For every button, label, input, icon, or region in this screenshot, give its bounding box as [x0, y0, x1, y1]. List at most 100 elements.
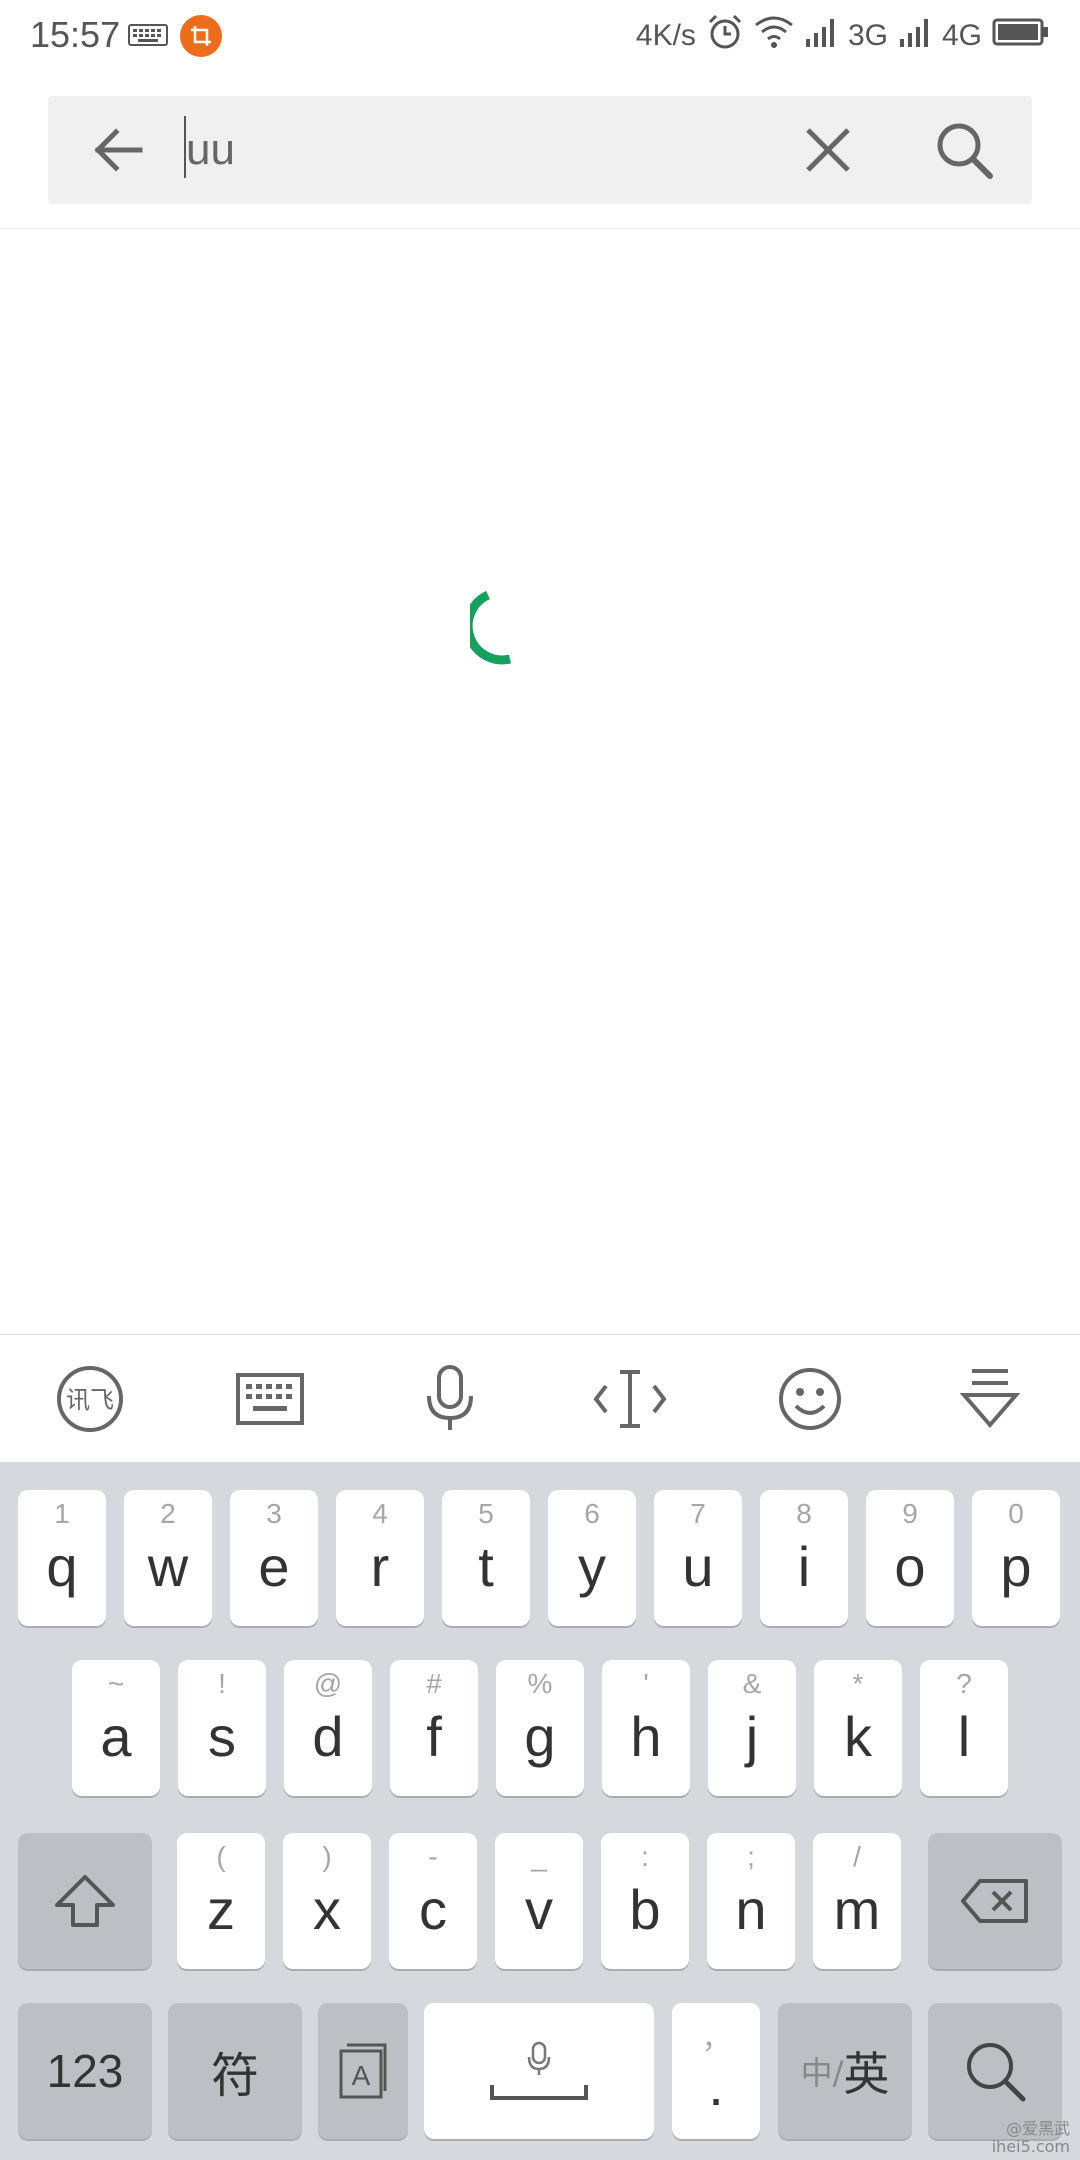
- key-hint: 6: [584, 1498, 600, 1529]
- watermark: @爱黑武 ihei5.com: [992, 2120, 1070, 2156]
- key-h[interactable]: ' h: [602, 1660, 690, 1796]
- key-label: w: [147, 1535, 189, 1598]
- key-hint: ~: [107, 1668, 125, 1699]
- clear-search-button[interactable]: [798, 120, 858, 180]
- key-hint: :: [641, 1841, 649, 1872]
- key-hint: 8: [796, 1498, 812, 1529]
- key-g[interactable]: % g: [496, 1660, 584, 1796]
- svg-text:A: A: [352, 2060, 371, 2091]
- backspace-key[interactable]: [928, 1833, 1062, 1969]
- key-label: d: [312, 1705, 344, 1768]
- watermark-line-1: @爱黑武: [1005, 2119, 1070, 2138]
- key-t[interactable]: 5t: [442, 1490, 530, 1626]
- key-hint: 1: [54, 1498, 70, 1529]
- key-b[interactable]: :b: [601, 1833, 689, 1969]
- key-label: q: [46, 1535, 78, 1598]
- key-x[interactable]: ) x: [283, 1833, 371, 1969]
- search-bar: [48, 96, 1032, 204]
- handwriting-icon: A: [339, 2043, 387, 2099]
- key-hint: 9: [902, 1498, 918, 1529]
- language-zh-label: 中/: [800, 2054, 844, 2092]
- loading-spinner: [463, 585, 550, 665]
- emoji-button[interactable]: [770, 1359, 850, 1439]
- shift-key[interactable]: [18, 1833, 152, 1969]
- key-hint: 3: [266, 1498, 282, 1529]
- key-w[interactable]: 2w: [124, 1490, 212, 1626]
- space-key[interactable]: [424, 2003, 654, 2139]
- back-button[interactable]: [88, 120, 148, 180]
- key-u[interactable]: 7u: [654, 1490, 742, 1626]
- handwriting-key[interactable]: A: [318, 2003, 408, 2139]
- key-m[interactable]: / m: [813, 1833, 901, 1969]
- key-label: k: [844, 1705, 872, 1768]
- keyboard-switch-button[interactable]: [230, 1359, 310, 1439]
- space-bar-icon: [490, 2085, 588, 2100]
- key-k[interactable]: * k: [814, 1660, 902, 1796]
- key-j[interactable]: & j: [708, 1660, 796, 1796]
- key-label: e: [258, 1535, 290, 1598]
- key-v[interactable]: _ v: [495, 1833, 583, 1969]
- key-label: x: [313, 1878, 341, 1941]
- key-label: i: [797, 1535, 811, 1598]
- screenshot-crop-icon: [180, 15, 222, 57]
- key-label: r: [370, 1535, 390, 1598]
- period-key[interactable]: ， .: [672, 2003, 760, 2139]
- key-hint: ): [322, 1841, 332, 1872]
- key-f[interactable]: # f: [390, 1660, 478, 1796]
- sim1-network-type: 3G: [847, 19, 888, 52]
- soft-keyboard: 1q2w3e4r5t6y7u8i9o0p ~ a! s @ d # f% g ' h & j * k? l …: [0, 1462, 1080, 2160]
- key-hint: &: [742, 1668, 762, 1699]
- key-label: z: [207, 1878, 235, 1941]
- battery-icon: [992, 18, 1050, 54]
- key-e[interactable]: 3e: [230, 1490, 318, 1626]
- key-label: y: [578, 1535, 606, 1598]
- network-speed: 4K/s: [635, 19, 696, 52]
- search-input[interactable]: [186, 118, 786, 182]
- key-r[interactable]: 4r: [336, 1490, 424, 1626]
- key-l[interactable]: ? l: [920, 1660, 1008, 1796]
- hide-keyboard-button[interactable]: [950, 1359, 1030, 1439]
- key-hint: (: [216, 1841, 226, 1872]
- shift-icon: [55, 1875, 115, 1927]
- key-hint: /: [853, 1841, 861, 1872]
- key-hint: 4: [372, 1498, 388, 1529]
- key-p[interactable]: 0p: [972, 1490, 1060, 1626]
- key-d[interactable]: @ d: [284, 1660, 372, 1796]
- search-submit-button[interactable]: [932, 118, 996, 182]
- key-label: j: [745, 1705, 759, 1768]
- key-hint: !: [218, 1668, 226, 1699]
- key-q[interactable]: 1q: [18, 1490, 106, 1626]
- key-hint: ?: [956, 1668, 972, 1699]
- key-i[interactable]: 8i: [760, 1490, 848, 1626]
- language-switch-key[interactable]: 中/ 英: [778, 2003, 912, 2139]
- key-y[interactable]: 6y: [548, 1490, 636, 1626]
- iflytek-label: 讯飞: [66, 1386, 114, 1414]
- key-label: b: [629, 1878, 661, 1941]
- key-c[interactable]: -c: [389, 1833, 477, 1969]
- key-label: u: [682, 1535, 714, 1598]
- alarm-icon: [706, 13, 744, 59]
- key-label: f: [426, 1705, 442, 1768]
- emoji-icon: [779, 1368, 841, 1430]
- key-n[interactable]: ; n: [707, 1833, 795, 1969]
- key-hint: #: [426, 1668, 442, 1699]
- key-z[interactable]: (z: [177, 1833, 265, 1969]
- key-hint: *: [852, 1668, 864, 1699]
- key-o[interactable]: 9o: [866, 1490, 954, 1626]
- key-label: v: [525, 1878, 553, 1941]
- key-hint: 0: [1008, 1498, 1024, 1529]
- iflytek-icon: 讯飞: [57, 1366, 123, 1432]
- microphone-icon: [427, 1365, 473, 1430]
- cursor-move-icon: [593, 1370, 667, 1428]
- key-label: t: [478, 1535, 494, 1598]
- key-a[interactable]: ~ a: [72, 1660, 160, 1796]
- key-label: m: [833, 1878, 881, 1941]
- numeric-key[interactable]: 123: [18, 2003, 152, 2139]
- cursor-move-button[interactable]: [590, 1359, 670, 1439]
- voice-input-button[interactable]: [410, 1359, 490, 1439]
- wifi-icon: [754, 15, 794, 57]
- key-s[interactable]: ! s: [178, 1660, 266, 1796]
- key-label: c: [419, 1878, 447, 1941]
- symbol-key[interactable]: 符: [168, 2003, 302, 2139]
- iflytek-button[interactable]: 讯飞: [50, 1359, 130, 1439]
